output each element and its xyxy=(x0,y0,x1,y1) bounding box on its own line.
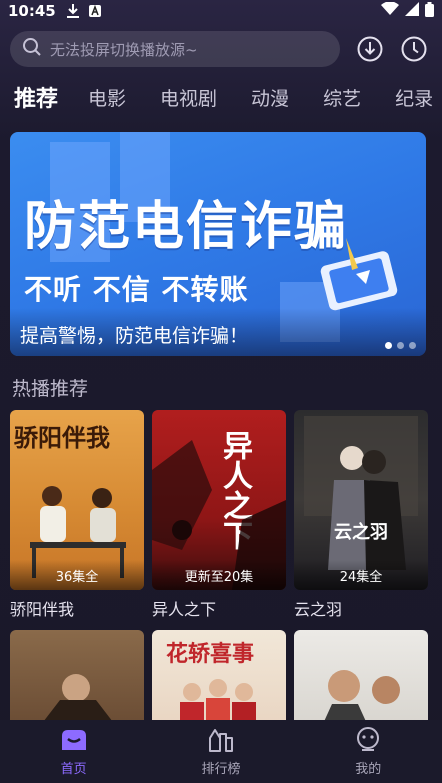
carousel-dot[interactable] xyxy=(409,342,416,349)
profile-icon xyxy=(357,727,380,751)
banner-headline: 防范电信诈骗 xyxy=(24,197,349,257)
poster-art xyxy=(40,674,116,726)
nav-profile[interactable]: 我的 xyxy=(318,726,418,777)
tab-tv-series[interactable]: 电视剧 xyxy=(160,84,217,111)
download-notification-icon xyxy=(66,3,80,19)
video-card[interactable]: 异人之下 更新至20集 异人之下 xyxy=(152,410,286,620)
video-poster: 花轿喜事 xyxy=(152,630,286,726)
banner-subline: 不听 不信 不转账 xyxy=(24,273,249,306)
nav-ranking[interactable]: 排行榜 xyxy=(171,726,271,777)
search-icon xyxy=(22,37,42,61)
video-poster: 异人之下 更新至20集 xyxy=(152,410,286,590)
promo-banner[interactable]: 防范电信诈骗 不听 不信 不转账 提高警惕，防范电信诈骗！ xyxy=(10,132,426,356)
ranking-icon xyxy=(208,729,233,752)
video-title: 异人之下 xyxy=(152,600,217,619)
tab-documentary[interactable]: 纪录 xyxy=(395,84,433,111)
nav-profile-label: 我的 xyxy=(355,762,382,777)
carousel-dot[interactable] xyxy=(385,342,392,349)
video-poster xyxy=(10,630,144,726)
video-poster: 云之羽 24集全 xyxy=(294,410,428,590)
search-placeholder: 无法投屏切换播放源~ xyxy=(50,40,198,59)
video-card[interactable] xyxy=(294,630,428,726)
carousel-dot[interactable] xyxy=(397,342,404,349)
video-poster xyxy=(294,630,428,726)
app-notification-icon xyxy=(88,4,102,18)
video-card[interactable]: 花轿喜事 xyxy=(152,630,286,726)
nav-home-label: 首页 xyxy=(60,762,87,777)
category-tabs: 推荐 电影 电视剧 动漫 综艺 纪录 xyxy=(0,80,442,114)
battery-icon xyxy=(425,1,434,21)
video-card[interactable] xyxy=(10,630,144,726)
episode-badge: 24集全 xyxy=(294,560,428,590)
banner-caption: 提高警惕，防范电信诈骗！ xyxy=(20,325,249,347)
search-input[interactable]: 无法投屏切换播放源~ xyxy=(10,31,340,67)
nav-ranking-label: 排行榜 xyxy=(201,762,241,777)
download-icon xyxy=(357,36,383,62)
carousel-indicator xyxy=(385,342,416,349)
home-icon xyxy=(61,730,86,750)
history-button[interactable] xyxy=(400,35,428,63)
nav-home[interactable]: 首页 xyxy=(24,726,124,777)
download-button[interactable] xyxy=(356,35,384,63)
status-time: 10:45 xyxy=(8,2,56,20)
video-title: 骄阳伴我 xyxy=(10,600,75,619)
signal-icon xyxy=(405,2,419,20)
status-bar: 10:45 xyxy=(0,0,442,22)
episode-badge: 36集全 xyxy=(10,560,144,590)
video-poster: 骄阳伴我 36集全 xyxy=(10,410,144,590)
video-title: 云之羽 xyxy=(294,600,343,619)
wifi-icon xyxy=(381,1,399,20)
poster-art xyxy=(180,679,256,726)
tab-anime[interactable]: 动漫 xyxy=(251,84,289,111)
bottom-navigation: 首页 排行榜 我的 xyxy=(0,720,442,783)
tab-recommend[interactable]: 推荐 xyxy=(14,81,58,113)
poster-title: 云之羽 xyxy=(334,522,388,543)
tab-movies[interactable]: 电影 xyxy=(88,84,126,111)
video-card[interactable]: 云之羽 24集全 云之羽 xyxy=(294,410,428,620)
episode-badge: 更新至20集 xyxy=(152,560,286,590)
poster-art xyxy=(322,670,400,726)
search-row: 无法投屏切换播放源~ xyxy=(10,30,432,68)
clock-icon xyxy=(401,36,427,62)
tab-variety[interactable]: 综艺 xyxy=(323,84,361,111)
section-title: 热播推荐 xyxy=(12,378,89,400)
video-card[interactable]: 骄阳伴我 36集全 骄阳伴我 xyxy=(10,410,144,620)
